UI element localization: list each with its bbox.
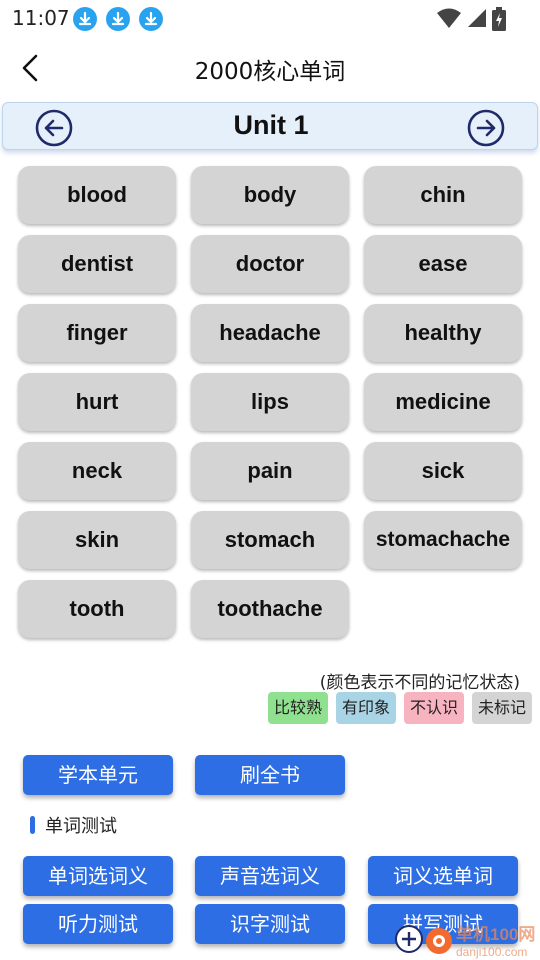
battery-icon [492, 7, 506, 31]
word-card[interactable]: medicine [364, 373, 522, 431]
learn-unit-button[interactable]: 学本单元 [23, 755, 173, 795]
legend-impression: 有印象 [335, 692, 396, 724]
unit-navigation-bar: Unit 1 [2, 102, 538, 150]
plus-circle-icon [395, 925, 423, 953]
download-icon [106, 7, 130, 31]
status-bar: 11:07 [0, 0, 540, 38]
page-title: 2000核心单词 [194, 59, 346, 85]
word-card[interactable]: doctor [191, 235, 349, 293]
watermark: 单机100网 danji100.com [456, 920, 535, 959]
word-card[interactable]: blood [18, 166, 176, 224]
word-card[interactable]: neck [18, 442, 176, 500]
word-card[interactable]: lips [191, 373, 349, 431]
section-title: 单词测试 [45, 816, 117, 837]
signal-icon [468, 9, 486, 27]
word-card[interactable]: skin [18, 511, 176, 569]
status-time: 11:07 [12, 6, 70, 30]
sound-to-meaning-test-button[interactable]: 声音选词义 [195, 856, 345, 896]
word-card[interactable]: hurt [18, 373, 176, 431]
unit-title: Unit 1 [233, 110, 309, 140]
next-unit-button[interactable] [467, 109, 505, 147]
logo-dot-icon [426, 928, 452, 954]
word-card[interactable]: sick [364, 442, 522, 500]
recognition-test-button[interactable]: 识字测试 [195, 904, 345, 944]
section-marker [30, 816, 35, 834]
legend-familiar: 比较熟 [267, 692, 328, 724]
word-card[interactable]: ease [364, 235, 522, 293]
legend-note: (颜色表示不同的记忆状态) [319, 673, 520, 693]
review-book-button[interactable]: 刷全书 [195, 755, 345, 795]
watermark-title: 单机100网 [456, 925, 536, 944]
meaning-to-word-test-button[interactable]: 词义选单词 [368, 856, 518, 896]
word-grid: blood body chin dentist doctor ease fing… [18, 166, 524, 638]
word-card[interactable]: stomach [191, 511, 349, 569]
wifi-icon [437, 8, 461, 28]
word-card[interactable]: toothache [191, 580, 349, 638]
listening-test-button[interactable]: 听力测试 [23, 904, 173, 944]
arrow-right-circle-icon [467, 109, 505, 147]
legend-unmarked: 未标记 [471, 692, 532, 724]
word-card[interactable]: chin [364, 166, 522, 224]
word-card[interactable]: body [191, 166, 349, 224]
download-icon [139, 7, 163, 31]
legend-unknown: 不认识 [403, 692, 464, 724]
word-card[interactable]: stomachache [364, 511, 522, 569]
watermark-url: danji100.com [456, 945, 528, 959]
word-card[interactable]: pain [191, 442, 349, 500]
word-card[interactable]: healthy [364, 304, 522, 362]
word-card[interactable]: headache [191, 304, 349, 362]
word-card[interactable]: finger [18, 304, 176, 362]
header: 2000核心单词 [0, 38, 540, 100]
word-card[interactable]: dentist [18, 235, 176, 293]
download-icon [73, 7, 97, 31]
system-icons [436, 7, 526, 31]
color-legend: 比较熟 有印象 不认识 未标记 [267, 692, 532, 724]
word-card[interactable]: tooth [18, 580, 176, 638]
word-to-meaning-test-button[interactable]: 单词选词义 [23, 856, 173, 896]
